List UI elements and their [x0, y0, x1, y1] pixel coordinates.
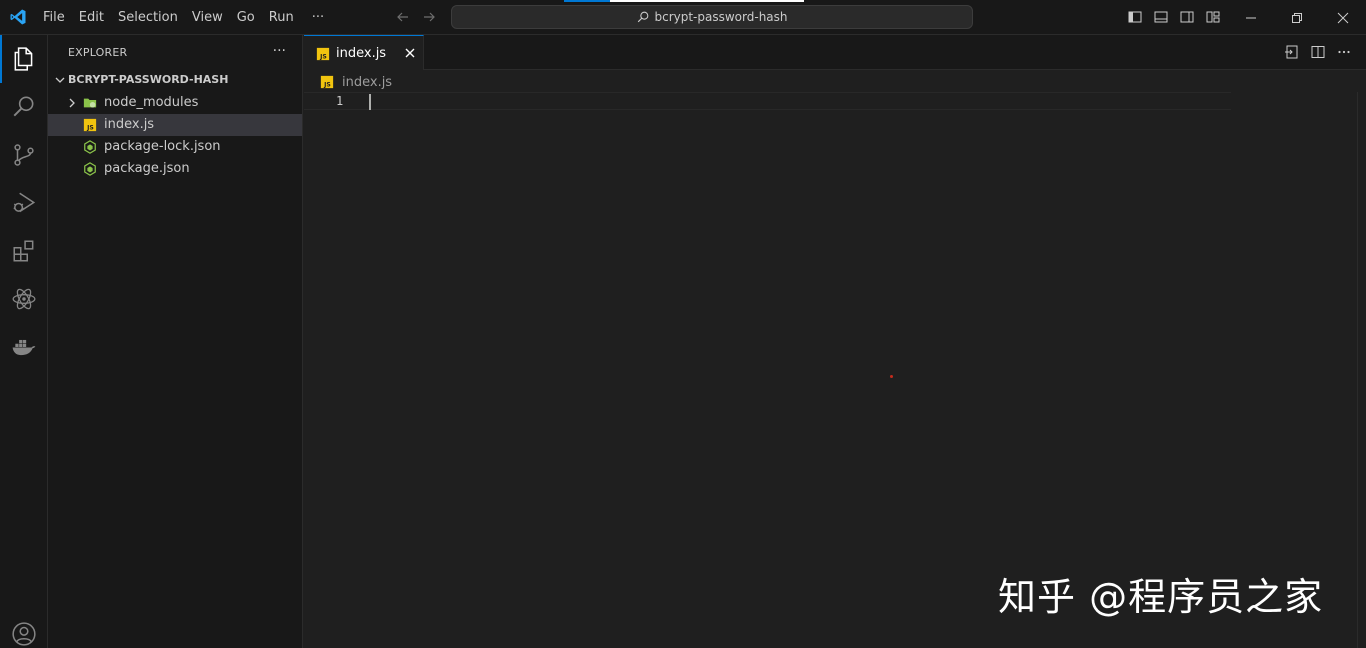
activity-extensions[interactable]	[0, 227, 48, 275]
accounts-icon	[12, 622, 36, 646]
run-debug-icon	[13, 192, 36, 213]
react-icon	[12, 288, 36, 310]
minimize-icon[interactable]	[1228, 0, 1274, 35]
tree-item-node-modules[interactable]: node_modules	[48, 92, 302, 114]
tab-bar: JS index.js	[304, 35, 1366, 70]
line-number: 1	[336, 94, 344, 108]
chevron-down-icon	[55, 77, 65, 83]
folder-name: BCRYPT-PASSWORD-HASH	[68, 73, 229, 86]
customize-layout-icon[interactable]	[1204, 8, 1222, 26]
go-forward-icon[interactable]	[420, 8, 438, 26]
menu-bar: File Edit Selection View Go Run ···	[36, 0, 331, 35]
toggle-primary-sidebar-icon[interactable]	[1126, 8, 1144, 26]
node-json-icon	[84, 140, 96, 154]
toggle-panel-icon[interactable]	[1152, 8, 1170, 26]
explorer-sidebar: EXPLORER ··· BCRYPT-PASSWORD-HASH node_m…	[48, 35, 303, 648]
editor-actions	[1284, 44, 1352, 60]
more-actions-icon[interactable]	[1336, 44, 1352, 60]
explorer-icon	[14, 47, 33, 71]
svg-text:JS: JS	[86, 124, 94, 131]
js-file-icon: JS	[316, 47, 330, 60]
js-file-icon: JS	[320, 75, 334, 88]
menu-view[interactable]: View	[185, 10, 230, 25]
activity-bar	[0, 35, 48, 648]
svg-text:JS: JS	[323, 81, 331, 88]
activity-react[interactable]	[0, 275, 48, 323]
toggle-secondary-sidebar-icon[interactable]	[1178, 8, 1196, 26]
current-line[interactable]: 1	[304, 92, 1231, 110]
split-editor-icon[interactable]	[1310, 44, 1326, 60]
menu-run[interactable]: Run	[262, 10, 301, 25]
tab-label: index.js	[336, 46, 387, 61]
search-icon	[13, 96, 34, 117]
tree-item-label: index.js	[104, 117, 155, 132]
tree-item-package-lock-json[interactable]: package-lock.json	[48, 136, 302, 158]
tab-index-js[interactable]: JS index.js	[304, 35, 424, 70]
activity-search[interactable]	[0, 83, 48, 131]
go-back-icon[interactable]	[394, 8, 412, 26]
minimap-border	[1357, 92, 1358, 648]
menu-more[interactable]: ···	[305, 10, 331, 25]
open-changes-icon[interactable]	[1284, 44, 1300, 60]
breadcrumb-file: index.js	[342, 74, 393, 90]
chevron-right-icon	[69, 98, 75, 108]
navigation-arrows	[394, 8, 438, 26]
restore-icon[interactable]	[1274, 0, 1320, 35]
stray-dot	[890, 375, 893, 378]
close-icon[interactable]	[1320, 0, 1366, 35]
activity-source-control[interactable]	[0, 131, 48, 179]
layout-controls	[1126, 8, 1222, 26]
activity-accounts[interactable]	[0, 610, 48, 648]
folder-header[interactable]: BCRYPT-PASSWORD-HASH	[48, 69, 302, 91]
editor-area: JS index.js JS index.js 1	[304, 35, 1366, 648]
tree-item-package-json[interactable]: package.json	[48, 158, 302, 180]
tree-item-label: package.json	[104, 161, 190, 176]
activity-docker[interactable]	[0, 323, 48, 371]
command-center-search[interactable]: bcrypt-password-hash	[451, 5, 973, 29]
search-icon	[638, 11, 649, 23]
sidebar-title: EXPLORER	[68, 46, 128, 59]
command-center-text: bcrypt-password-hash	[654, 10, 788, 24]
source-control-icon	[14, 144, 34, 166]
text-cursor	[369, 94, 371, 110]
extensions-icon	[13, 240, 34, 262]
docker-icon	[12, 339, 36, 356]
vscode-logo-icon	[10, 9, 26, 25]
close-tab-icon[interactable]	[402, 45, 418, 61]
activity-explorer[interactable]	[0, 35, 48, 83]
tree-item-label: node_modules	[104, 95, 199, 110]
activity-run-debug[interactable]	[0, 179, 48, 227]
title-bar: File Edit Selection View Go Run ··· bcry…	[0, 0, 1366, 35]
watermark: 知乎 @程序员之家	[998, 575, 1324, 619]
sidebar-more-actions[interactable]: ···	[273, 43, 286, 59]
title-accent	[564, 0, 804, 2]
js-file-icon: JS	[83, 118, 97, 131]
node-json-icon	[84, 162, 96, 176]
menu-go[interactable]: Go	[230, 10, 262, 25]
menu-selection[interactable]: Selection	[111, 10, 185, 25]
menu-edit[interactable]: Edit	[72, 10, 111, 25]
menu-file[interactable]: File	[36, 10, 72, 25]
svg-text:JS: JS	[319, 53, 327, 60]
tree-item-index-js[interactable]: JS index.js	[48, 114, 302, 136]
breadcrumb[interactable]: JS index.js	[320, 73, 392, 91]
window-controls	[1228, 0, 1366, 35]
tree-item-label: package-lock.json	[104, 139, 221, 154]
node-folder-icon	[83, 98, 97, 108]
